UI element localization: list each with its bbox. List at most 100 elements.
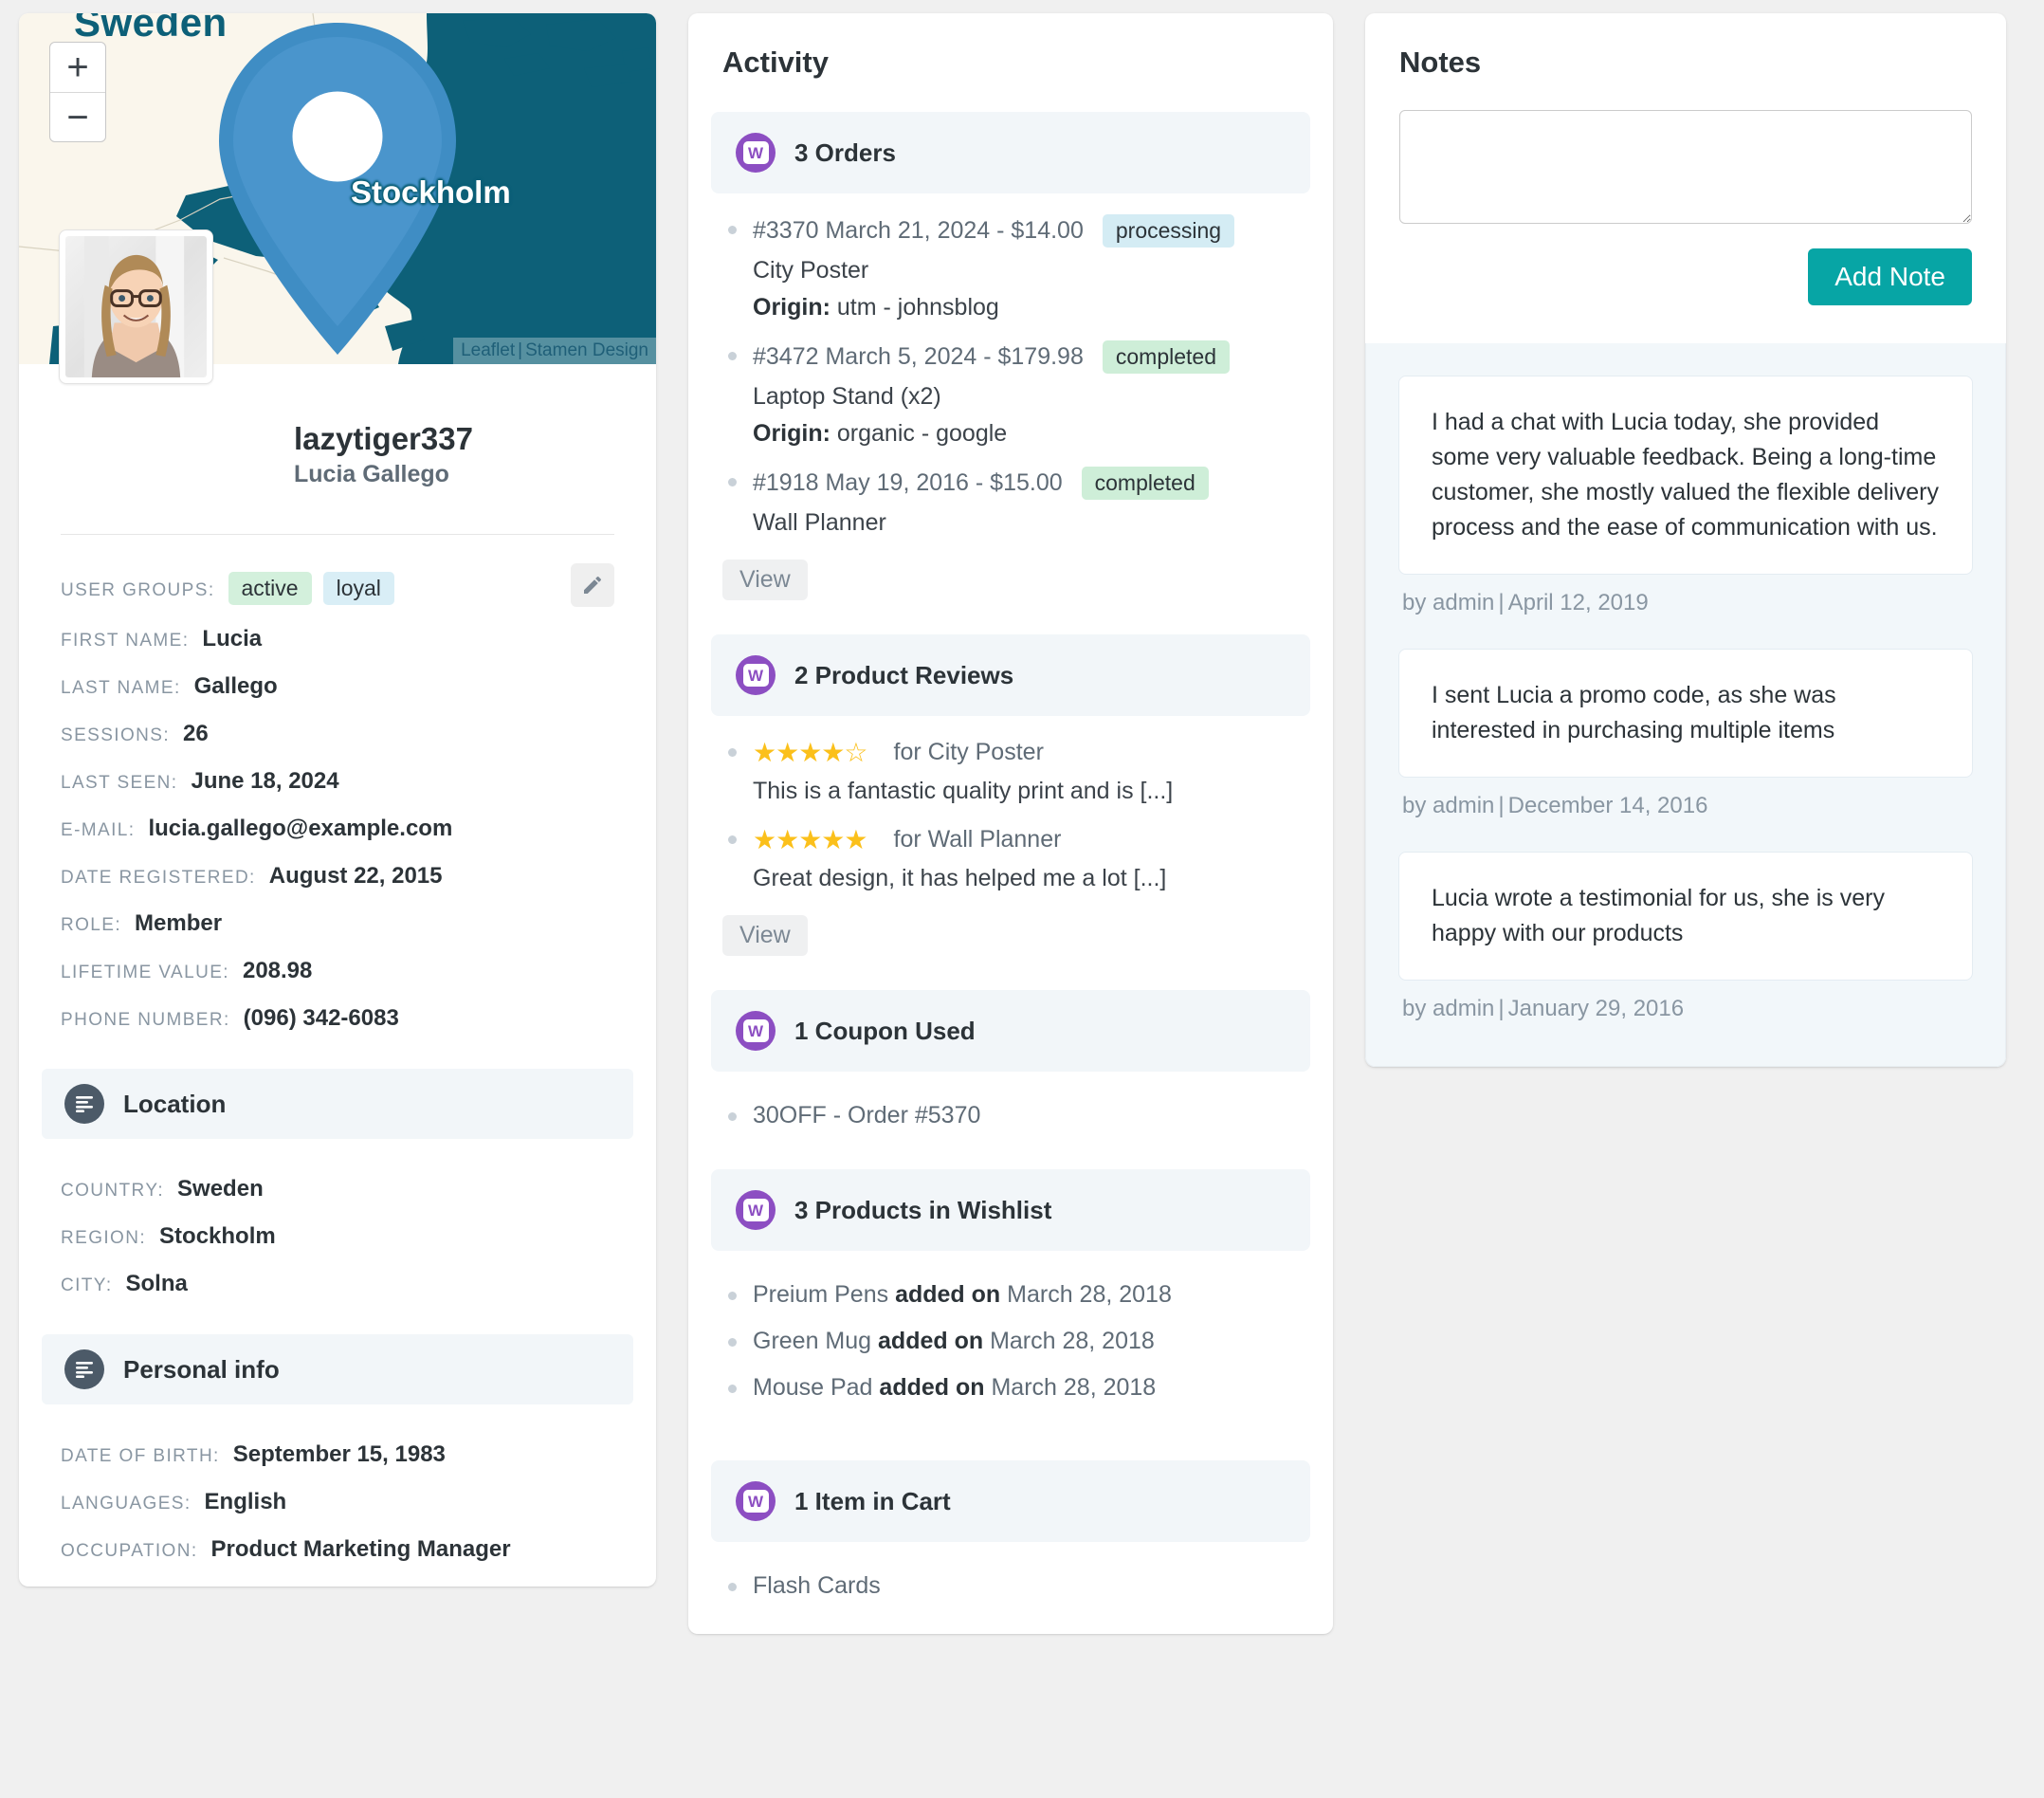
map-zoom-out-button[interactable]: −	[50, 92, 105, 141]
map-attribution: Leaflet | Stamen Design	[453, 338, 656, 364]
field-value: Gallego	[193, 673, 278, 699]
woocommerce-letter: W	[742, 664, 769, 687]
field-value: 26	[183, 721, 209, 746]
activity-section-header-orders: W 3 Orders	[711, 112, 1310, 193]
field-label: LANGUAGES:	[61, 1494, 192, 1514]
activity-section-header-wishlist: W 3 Products in Wishlist	[711, 1169, 1310, 1251]
activity-section-header-reviews: W 2 Product Reviews	[711, 634, 1310, 716]
location-fields-list: COUNTRY: Sweden REGION: Stockholm CITY: …	[19, 1139, 656, 1321]
note-meta-separator: |	[1498, 590, 1505, 615]
woocommerce-icon: W	[736, 1011, 776, 1051]
add-note-actions: Add Note	[1399, 248, 1972, 305]
note-meta-separator: |	[1498, 996, 1505, 1021]
note-author: by admin	[1402, 793, 1495, 818]
field-value: Member	[135, 910, 223, 936]
field-label: LAST NAME:	[61, 678, 181, 698]
section-title: 1 Item in Cart	[794, 1486, 951, 1515]
woocommerce-icon: W	[736, 1481, 776, 1521]
customer-profile-page: Sweden Stockholm + − Leaflet | Stamen Desi…	[0, 0, 2044, 1798]
origin-value: utm - johnsblog	[836, 294, 999, 321]
notes-column: Notes Add Note I had a chat with Lucia t…	[1365, 13, 2006, 1067]
note-date: December 14, 2016	[1507, 793, 1708, 818]
field-value: 208.98	[242, 958, 313, 983]
list-item: 30OFF - Order #5370	[722, 1092, 1299, 1139]
section-header-personal-info: Personal info	[42, 1334, 633, 1404]
coupons-list: 30OFF - Order #5370	[688, 1072, 1333, 1145]
section-title: 2 Product Reviews	[794, 660, 1014, 689]
field-row-user-groups: USER GROUPS: active loyal	[61, 561, 614, 615]
activity-panel-title: Activity	[722, 46, 829, 79]
edit-user-groups-button[interactable]	[571, 563, 614, 607]
field-value: lucia.gallego@example.com	[148, 816, 453, 841]
wishlist-mid: added on	[879, 1374, 985, 1401]
notes-card: Notes Add Note I had a chat with Lucia t…	[1365, 13, 2006, 1067]
field-row-languages: LANGUAGES: English	[61, 1478, 614, 1526]
wishlist-mid: added on	[895, 1281, 1001, 1308]
add-note-section: Notes Add Note	[1365, 13, 2006, 343]
activity-card: Activity W 3 Orders #3370 March 21, 2024…	[688, 13, 1333, 1634]
field-label: CITY:	[61, 1275, 113, 1295]
activity-section-header-coupons: W 1 Coupon Used	[711, 990, 1310, 1072]
notes-list: I had a chat with Lucia today, she provi…	[1365, 343, 2006, 1067]
order-header-row: #3472 March 5, 2024 - $179.98 completed	[753, 340, 1299, 374]
field-label: COUNTRY:	[61, 1181, 165, 1201]
field-label: FIRST NAME:	[61, 631, 190, 651]
list-icon	[64, 1084, 104, 1124]
field-value: Product Marketing Manager	[210, 1536, 511, 1562]
view-reviews-button[interactable]: View	[722, 915, 808, 956]
avatar-photo	[65, 236, 207, 377]
add-note-button[interactable]: Add Note	[1808, 248, 1972, 305]
pencil-icon	[584, 576, 602, 594]
note-item: Lucia wrote a testimonial for us, she is…	[1398, 852, 1973, 981]
origin-label: Origin:	[753, 420, 830, 447]
list-item: #3370 March 21, 2024 - $14.00 processing…	[722, 201, 1299, 327]
wishlist-list: Preium Pens added on March 28, 2018 Gree…	[688, 1251, 1333, 1417]
note-meta: by admin | January 29, 2016	[1398, 981, 1973, 1028]
note-date: January 29, 2016	[1507, 996, 1685, 1021]
map-zoom-in-button[interactable]: +	[50, 43, 105, 92]
wishlist-product: Preium Pens	[753, 1281, 889, 1308]
order-product: City Poster	[753, 257, 869, 284]
field-value: Lucia	[202, 626, 263, 651]
view-orders-button[interactable]: View	[722, 560, 808, 600]
woocommerce-letter: W	[742, 1019, 769, 1042]
field-row-sessions: SESSIONS: 26	[61, 710, 614, 758]
field-label: ROLE:	[61, 915, 122, 935]
field-value: Sweden	[177, 1176, 264, 1202]
user-fields-list: USER GROUPS: active loyal FIRST NAME: Lu…	[19, 535, 656, 1055]
orders-list: #3370 March 21, 2024 - $14.00 processing…	[688, 193, 1333, 610]
note-author: by admin	[1402, 996, 1495, 1021]
list-item: #3472 March 5, 2024 - $179.98 completed …	[722, 327, 1299, 453]
wishlist-mid: added on	[878, 1328, 984, 1354]
field-value: Stockholm	[159, 1223, 276, 1249]
field-label: REGION:	[61, 1228, 147, 1248]
section-title: Location	[123, 1089, 227, 1118]
field-label: DATE REGISTERED:	[61, 868, 256, 888]
list-lines-icon	[76, 1362, 93, 1378]
leaflet-link[interactable]: Leaflet	[461, 340, 515, 360]
note-input[interactable]	[1399, 110, 1972, 224]
field-label: LIFETIME VALUE:	[61, 963, 229, 982]
origin-label: Origin:	[753, 294, 830, 321]
note-author: by admin	[1402, 590, 1495, 615]
list-item: Preium Pens added on March 28, 2018	[722, 1272, 1299, 1318]
list-icon	[64, 1349, 104, 1389]
field-row-email: E-MAIL: lucia.gallego@example.com	[61, 805, 614, 853]
stamen-design-link[interactable]: Stamen Design	[525, 340, 648, 360]
page-title: lazytiger337	[294, 421, 473, 456]
note-meta-separator: |	[1498, 793, 1505, 818]
wishlist-product: Mouse Pad	[753, 1374, 873, 1401]
origin-value: organic - google	[836, 420, 1008, 447]
cart-list: Flash Cards	[688, 1542, 1333, 1615]
personal-info-fields-list: DATE OF BIRTH: September 15, 1983 LANGUA…	[19, 1404, 656, 1587]
note-item: I had a chat with Lucia today, she provi…	[1398, 376, 1973, 575]
order-header-row: #3370 March 21, 2024 - $14.00 processing	[753, 214, 1299, 248]
field-row-phone-number: PHONE NUMBER: (096) 342-6083	[61, 995, 614, 1042]
field-label: SESSIONS:	[61, 725, 171, 745]
field-row-first-name: FIRST NAME: Lucia	[61, 615, 614, 663]
status-badge: completed	[1081, 467, 1209, 500]
map-zoom-controls[interactable]: + −	[49, 42, 106, 142]
field-label: PHONE NUMBER:	[61, 1010, 230, 1030]
field-row-last-seen: LAST SEEN: June 18, 2024	[61, 758, 614, 805]
list-item: Green Mug added on March 28, 2018	[722, 1318, 1299, 1365]
